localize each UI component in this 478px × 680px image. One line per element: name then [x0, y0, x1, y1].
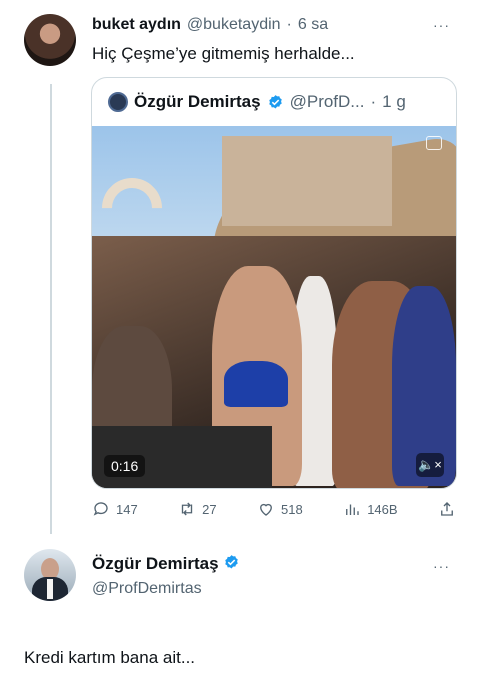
tweet-handle[interactable]: @buketaydin	[187, 16, 281, 34]
views-chart-icon	[346, 504, 359, 515]
reply-author-name[interactable]: Özgür Demirtaş	[92, 554, 219, 573]
share-button[interactable]	[438, 500, 456, 518]
quoted-separator: ·	[370, 92, 377, 111]
video-duration: 0:16	[104, 455, 146, 477]
avatar-buket[interactable]	[24, 14, 76, 66]
retweet-count: 27	[202, 501, 217, 517]
tweet-author-name[interactable]: buket aydın	[92, 16, 181, 34]
video-player[interactable]: 0:16 🔈×	[92, 126, 456, 488]
reply-handle[interactable]: @ProfDemirtas	[92, 580, 202, 598]
heart-icon	[260, 503, 272, 516]
retweet-icon	[181, 502, 193, 516]
like-count: 518	[281, 501, 303, 517]
verified-icon	[225, 555, 239, 569]
tweet-time[interactable]: 6 sa	[298, 16, 328, 34]
views-button[interactable]: 146B	[343, 500, 398, 518]
quoted-author-name[interactable]: Özgür Demirtaş	[134, 92, 261, 112]
reply-count: 147	[116, 501, 138, 517]
quoted-tweet[interactable]: Özgür Demirtaş @ProfD... · 1 g 0:16 🔈×	[91, 77, 457, 489]
share-icon	[441, 502, 453, 516]
tweet-text: Hiç Çeşme’ye gitmemiş herhalde...	[92, 44, 355, 63]
more-options-icon[interactable]: ···	[433, 17, 450, 33]
reply-text: Kredi kartım bana ait...	[24, 648, 196, 667]
tweet-actions: 147 27 518 146B	[92, 500, 456, 518]
verified-icon	[268, 94, 282, 109]
views-count: 146B	[367, 501, 398, 517]
quoted-avatar[interactable]	[108, 92, 128, 112]
avatar-ozgur[interactable]	[24, 549, 76, 601]
mute-icon[interactable]: 🔈×	[416, 453, 444, 477]
quoted-handle[interactable]: @ProfD...	[290, 92, 365, 112]
tweet-separator: ·	[286, 16, 292, 33]
reply-icon	[93, 502, 108, 516]
more-options-icon[interactable]: ···	[433, 558, 450, 574]
camera-icon	[426, 136, 442, 150]
like-button[interactable]: 518	[257, 500, 303, 518]
tweet-header: buket aydın @buketaydin · 6 sa	[92, 16, 328, 34]
quoted-time[interactable]: 1 g	[382, 92, 406, 112]
quoted-tweet-header: Özgür Demirtaş @ProfD... · 1 g	[108, 92, 406, 112]
retweet-button[interactable]: 27	[178, 500, 217, 518]
thread-connector-line	[50, 84, 52, 534]
reply-button[interactable]: 147	[92, 500, 138, 518]
reply-header: Özgür Demirtaş	[92, 554, 240, 574]
